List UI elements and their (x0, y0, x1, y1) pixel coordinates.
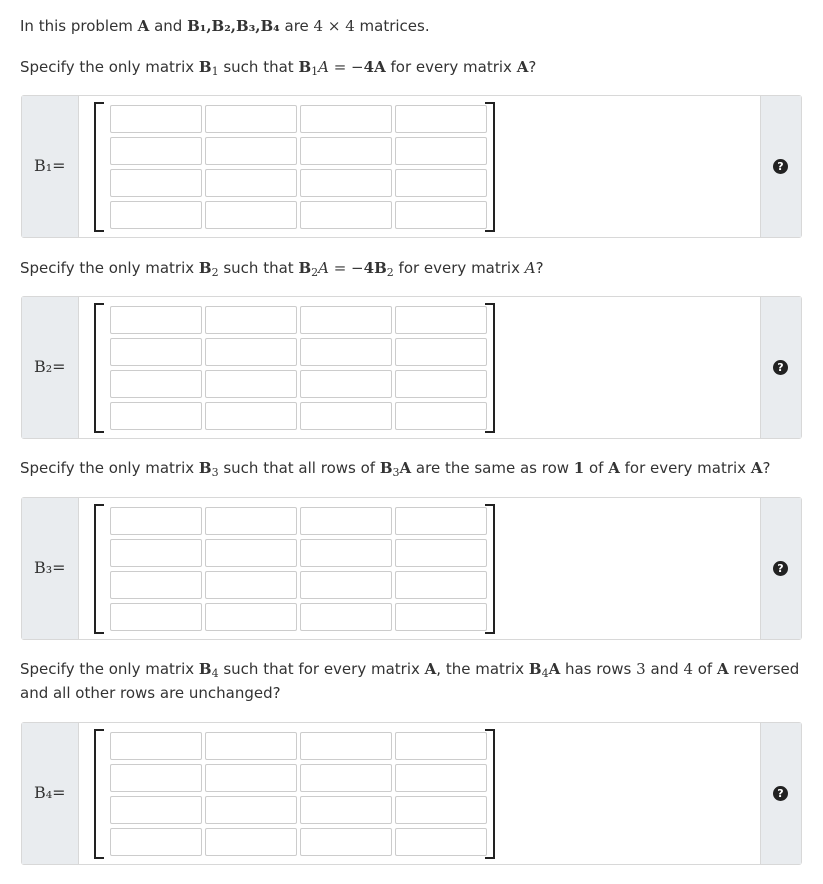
matrix-cell-r4-c3[interactable] (300, 201, 392, 229)
matrix-cell-r3-c4[interactable] (395, 370, 487, 398)
help-panel: ? (760, 297, 801, 438)
matrix-cell-r3-c3[interactable] (300, 571, 392, 599)
question-3-text: Specify the only matrix B3 such that all… (20, 459, 771, 479)
matrix-cell-r4-c3[interactable] (300, 603, 392, 631)
left-bracket (94, 504, 104, 634)
matrix-cell-r3-c2[interactable] (205, 169, 297, 197)
matrix-cell-r2-c3[interactable] (300, 539, 392, 567)
matrix-cell-r1-c4[interactable] (395, 105, 487, 133)
matrix-cell-r4-c4[interactable] (395, 402, 487, 430)
matrix-cell-r2-c4[interactable] (395, 539, 487, 567)
matrix-cell-r2-c4[interactable] (395, 764, 487, 792)
help-panel: ? (760, 96, 801, 237)
matrix-cell-r1-c3[interactable] (300, 732, 392, 760)
matrix-cell-r3-c4[interactable] (395, 796, 487, 824)
matrix-cell-r3-c2[interactable] (205, 571, 297, 599)
matrix-label: B₃= (22, 498, 79, 639)
matrix-cell-r1-c2[interactable] (205, 306, 297, 334)
question-4-text: Specify the only matrix B4 such that for… (20, 660, 800, 702)
matrix-cell-r3-c3[interactable] (300, 169, 392, 197)
matrix-label: B₄= (22, 723, 79, 864)
matrix-cell-r4-c4[interactable] (395, 201, 487, 229)
matrix-cell-r2-c2[interactable] (205, 137, 297, 165)
matrix-cell-r2-c1[interactable] (110, 137, 202, 165)
matrix-cell-r1-c2[interactable] (205, 507, 297, 535)
matrix-cell-r3-c3[interactable] (300, 370, 392, 398)
matrix-cell-r2-c3[interactable] (300, 338, 392, 366)
matrix-cell-r2-c2[interactable] (205, 539, 297, 567)
matrix-cell-r2-c4[interactable] (395, 137, 487, 165)
question-2-text: Specify the only matrix B2 such that B2A… (20, 259, 544, 279)
help-icon[interactable]: ? (773, 786, 788, 801)
matrix-cell-r1-c4[interactable] (395, 732, 487, 760)
matrix-cell-r3-c1[interactable] (110, 169, 202, 197)
matrix-cell-r1-c1[interactable] (110, 732, 202, 760)
answer-box-2: B₂= ? (21, 296, 802, 439)
question-1-text: Specify the only matrix B1 such that B1A… (20, 58, 537, 78)
matrix-cell-r1-c1[interactable] (110, 507, 202, 535)
matrix-cell-r1-c2[interactable] (205, 732, 297, 760)
matrix-cell-r3-c1[interactable] (110, 571, 202, 599)
matrix-cell-r4-c3[interactable] (300, 828, 392, 856)
help-icon[interactable]: ? (773, 561, 788, 576)
matrix-cell-r3-c1[interactable] (110, 370, 202, 398)
matrix-cell-r3-c3[interactable] (300, 796, 392, 824)
matrix-cell-r2-c4[interactable] (395, 338, 487, 366)
matrix-label: B₂= (22, 297, 79, 438)
matrix-cell-r4-c1[interactable] (110, 201, 202, 229)
matrix-cell-r1-c1[interactable] (110, 306, 202, 334)
matrix-cell-r4-c4[interactable] (395, 603, 487, 631)
matrix-cell-r4-c1[interactable] (110, 828, 202, 856)
matrix-cell-r4-c1[interactable] (110, 402, 202, 430)
matrix-cell-r4-c1[interactable] (110, 603, 202, 631)
matrix-cell-r1-c4[interactable] (395, 507, 487, 535)
matrix-cell-r3-c4[interactable] (395, 571, 487, 599)
matrix-cell-r1-c3[interactable] (300, 105, 392, 133)
help-icon[interactable]: ? (773, 360, 788, 375)
answer-box-1: B₁= ? (21, 95, 802, 238)
left-bracket (94, 102, 104, 232)
matrix-cell-r3-c1[interactable] (110, 796, 202, 824)
matrix-cell-r2-c2[interactable] (205, 338, 297, 366)
matrix-cell-r3-c4[interactable] (395, 169, 487, 197)
matrix-cell-r1-c2[interactable] (205, 105, 297, 133)
answer-box-3: B₃= ? (21, 497, 802, 640)
matrix-cell-r4-c3[interactable] (300, 402, 392, 430)
matrix-cell-r1-c4[interactable] (395, 306, 487, 334)
matrix-cell-r2-c2[interactable] (205, 764, 297, 792)
matrix-cell-r4-c2[interactable] (205, 828, 297, 856)
matrix-cell-r4-c2[interactable] (205, 201, 297, 229)
matrix-cell-r2-c1[interactable] (110, 764, 202, 792)
help-panel: ? (760, 723, 801, 864)
help-icon[interactable]: ? (773, 159, 788, 174)
left-bracket (94, 303, 104, 433)
matrix-cell-r3-c2[interactable] (205, 370, 297, 398)
matrix-cell-r4-c2[interactable] (205, 402, 297, 430)
matrix-label: B₁= (22, 96, 79, 237)
problem-intro: In this problem A and B₁,B₂,B₃,B₄ are 4 … (20, 17, 430, 35)
left-bracket (94, 729, 104, 859)
matrix-cell-r4-c2[interactable] (205, 603, 297, 631)
matrix-cell-r1-c3[interactable] (300, 507, 392, 535)
matrix-cell-r1-c1[interactable] (110, 105, 202, 133)
help-panel: ? (760, 498, 801, 639)
matrix-cell-r2-c3[interactable] (300, 137, 392, 165)
matrix-cell-r2-c1[interactable] (110, 338, 202, 366)
matrix-cell-r4-c4[interactable] (395, 828, 487, 856)
matrix-cell-r2-c1[interactable] (110, 539, 202, 567)
answer-box-4: B₄= ? (21, 722, 802, 865)
matrix-cell-r1-c3[interactable] (300, 306, 392, 334)
matrix-cell-r3-c2[interactable] (205, 796, 297, 824)
matrix-cell-r2-c3[interactable] (300, 764, 392, 792)
